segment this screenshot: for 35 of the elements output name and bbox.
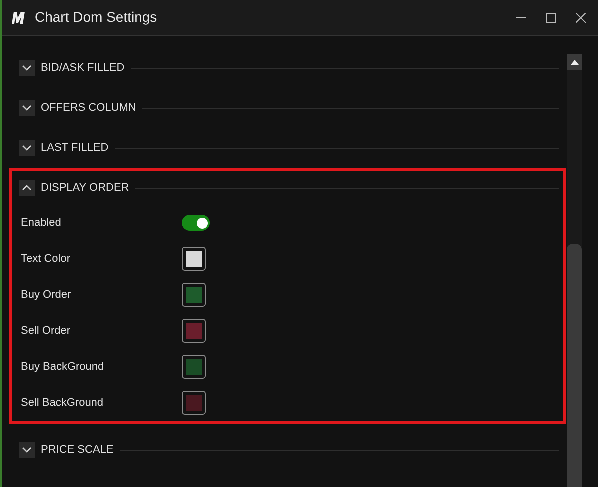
setting-label: Enabled — [21, 216, 62, 231]
expand-chevron-button[interactable] — [19, 60, 35, 76]
color-swatch[interactable] — [182, 319, 206, 343]
section-title: BID/ASK FILLED — [41, 60, 125, 76]
color-swatch[interactable] — [182, 247, 206, 271]
collapse-chevron-button[interactable] — [19, 180, 35, 196]
section-title: OFFERS COLUMN — [41, 100, 136, 116]
chevron-down-icon — [22, 145, 32, 151]
section-title: DISPLAY ORDER — [41, 180, 130, 196]
toggle-switch[interactable] — [182, 215, 210, 231]
scroll-up-button[interactable] — [567, 54, 582, 70]
scrollbar[interactable] — [567, 54, 582, 487]
chevron-down-icon — [22, 105, 32, 111]
expand-chevron-button[interactable] — [19, 140, 35, 156]
expand-chevron-button[interactable] — [19, 100, 35, 116]
setting-label: Text Color — [21, 252, 72, 267]
setting-label: Buy Order — [21, 288, 72, 303]
setting-label: Sell Order — [21, 324, 72, 339]
chevron-up-icon — [22, 185, 32, 191]
scroll-thumb[interactable] — [567, 244, 582, 487]
expand-chevron-button[interactable] — [19, 442, 35, 458]
setting-label: Sell BackGround — [21, 396, 105, 411]
triangle-up-icon — [570, 60, 578, 64]
setting-label: Buy BackGround — [21, 360, 106, 375]
color-swatch[interactable] — [182, 355, 206, 379]
logo-icon — [10, 10, 26, 24]
chevron-down-icon — [22, 447, 32, 453]
section-title: PRICE SCALE — [41, 442, 114, 458]
color-swatch[interactable] — [182, 391, 206, 415]
section-title: LAST FILLED — [41, 140, 109, 156]
maximize-icon[interactable] — [546, 12, 556, 22]
close-icon[interactable] — [576, 12, 586, 22]
window-title: Chart Dom Settings — [35, 8, 158, 27]
color-swatch[interactable] — [182, 283, 206, 307]
chevron-down-icon — [22, 65, 32, 71]
